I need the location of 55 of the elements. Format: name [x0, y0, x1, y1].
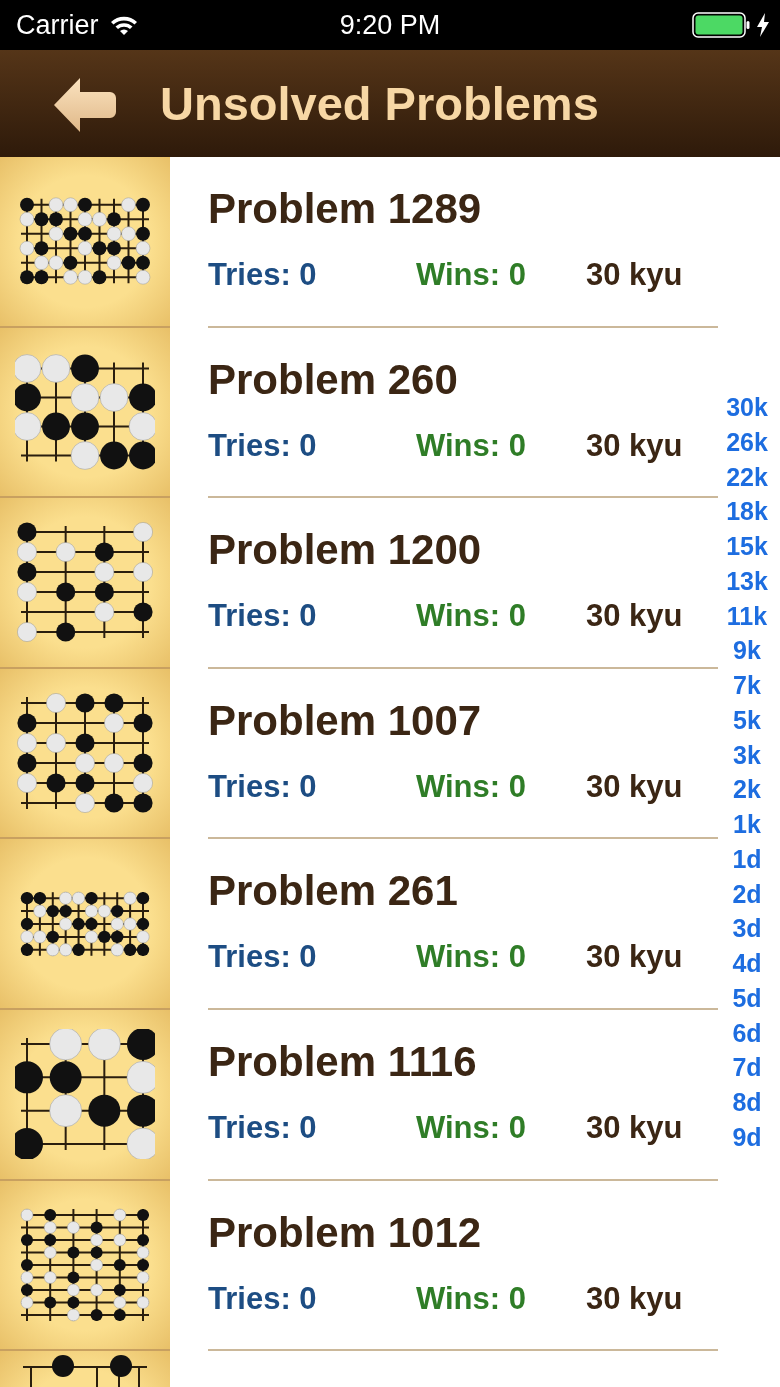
index-letter[interactable]: 9k [733, 633, 761, 668]
problem-title: Problem 1200 [208, 526, 482, 575]
index-letter[interactable]: 3k [733, 737, 761, 773]
index-letter[interactable]: 7k [733, 668, 761, 703]
problem-title: Problem 1289 [208, 185, 482, 233]
charging-icon [756, 12, 770, 38]
wins-count: Wins: 0 [416, 427, 527, 464]
wins-count: Wins: 0 [416, 598, 527, 635]
wins-count: Wins: 0 [416, 1109, 527, 1146]
problem-title: Problem 1007 [208, 696, 482, 745]
index-letter[interactable]: 2k [733, 772, 761, 807]
rank-label: 30 kyu [586, 598, 683, 635]
index-letter[interactable]: 5d [732, 980, 762, 1016]
index-letter[interactable]: 2d [732, 876, 762, 912]
index-letter[interactable]: 8d [732, 1085, 762, 1120]
screen-title: Unsolved Problems [160, 76, 599, 131]
rank-label: 30 kyu [586, 768, 683, 805]
rank-label: 30 kyu [586, 257, 683, 293]
rank-label: 30 kyu [586, 427, 683, 464]
clock-time: 9:20 PM [339, 9, 441, 40]
tries-count: Tries: 0 [208, 598, 318, 635]
wins-count: Wins: 0 [416, 257, 527, 293]
battery-icon [692, 12, 750, 38]
rank-label: 30 kyu [586, 939, 683, 976]
tries-count: Tries: 0 [208, 768, 318, 805]
index-letter[interactable]: 1d [732, 841, 762, 877]
rank-label: 30 kyu [586, 1280, 683, 1317]
tries-count: Tries: 0 [208, 1109, 318, 1146]
index-letter[interactable]: 6d [732, 1015, 762, 1051]
index-letter[interactable]: 13k [726, 563, 768, 599]
tries-count: Tries: 0 [208, 1280, 318, 1317]
problem-title: Problem 261 [208, 867, 458, 916]
index-letter[interactable]: 3d [732, 911, 762, 946]
tries-count: Tries: 0 [208, 427, 318, 464]
index-letter[interactable]: 15k [726, 529, 768, 564]
wins-count: Wins: 0 [416, 939, 527, 976]
carrier-label: Carrier [16, 9, 99, 41]
index-letter[interactable]: 4d [732, 946, 762, 981]
index-letter[interactable]: 18k [726, 494, 768, 529]
index-letter[interactable]: 9d [732, 1119, 762, 1155]
wins-count: Wins: 0 [416, 1280, 527, 1317]
index-letter[interactable]: 7d [732, 1050, 762, 1085]
rank-label: 30 kyu [586, 1109, 683, 1146]
tries-count: Tries: 0 [208, 939, 318, 976]
index-letter[interactable]: 11k [726, 598, 768, 634]
wins-count: Wins: 0 [416, 768, 527, 805]
index-letter[interactable]: 5k [733, 702, 761, 738]
index-letter[interactable]: 1k [733, 807, 761, 842]
index-letter[interactable]: 26k [726, 424, 768, 460]
tries-count: Tries: 0 [208, 257, 318, 293]
index-letter[interactable]: 30k [726, 390, 768, 425]
index-letter[interactable]: 22k [726, 459, 768, 495]
problem-title: Problem 260 [208, 355, 458, 404]
problem-title: Problem 1116 [208, 1037, 477, 1086]
problem-title: Problem 1012 [208, 1208, 482, 1257]
